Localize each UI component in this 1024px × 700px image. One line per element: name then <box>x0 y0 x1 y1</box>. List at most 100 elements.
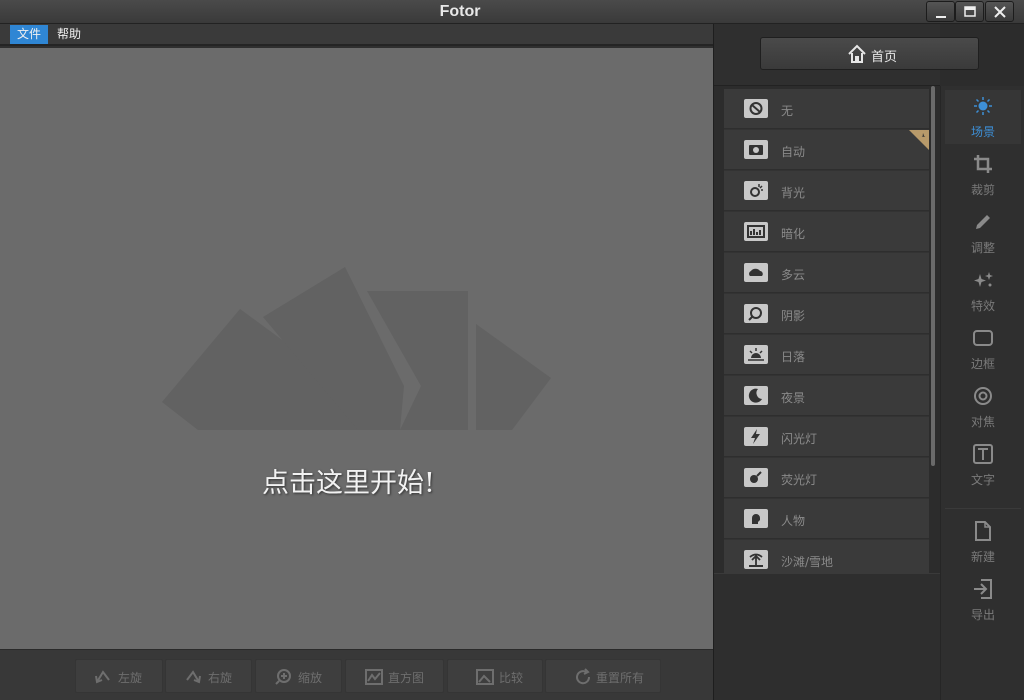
scene-label: 人物 <box>781 514 806 528</box>
rotate-right-icon <box>186 670 201 684</box>
scene-label: 暗化 <box>781 227 806 241</box>
cloud-icon <box>744 263 768 282</box>
scene-item-cloudy[interactable]: 多云 <box>724 253 929 293</box>
compare-icon <box>476 669 494 685</box>
histogram-label: 直方图 <box>388 671 425 685</box>
new-file-icon <box>975 521 991 541</box>
scene-item-auto[interactable]: 自动 <box>724 130 929 170</box>
maximize-button[interactable] <box>955 1 984 22</box>
fluorescent-icon <box>744 468 768 487</box>
compare-label: 比较 <box>499 671 524 685</box>
rotate-left-icon <box>95 670 110 684</box>
camera-icon <box>744 140 768 159</box>
rotate-left-button[interactable]: 左旋 <box>75 659 163 693</box>
scrollbar-thumb[interactable] <box>931 86 935 466</box>
menu-bar: 文件 帮助 <box>0 24 713 46</box>
nav-label: 文字 <box>970 473 995 487</box>
reset-all-label: 重置所有 <box>596 671 645 685</box>
zoom-label: 缩放 <box>298 671 323 685</box>
scene-label: 背光 <box>781 186 806 200</box>
sparkle-icon <box>974 272 993 287</box>
app-title: Fotor <box>439 3 481 20</box>
maximize-icon <box>964 6 976 17</box>
scene-item-night[interactable]: 夜景 <box>724 376 929 416</box>
text-icon <box>973 444 993 464</box>
scene-item-portrait[interactable]: 人物 <box>724 499 929 539</box>
nav-label: 调整 <box>970 241 995 255</box>
nav-label: 导出 <box>970 608 995 622</box>
nav-item-effects[interactable]: 特效 <box>945 264 1021 318</box>
scene-label: 沙滩/雪地 <box>781 555 834 569</box>
close-button[interactable] <box>985 1 1014 22</box>
compare-button[interactable]: 比较 <box>447 659 543 693</box>
nav-item-export[interactable]: 导出 <box>945 573 1021 627</box>
scene-item-sunset[interactable]: 日落 <box>724 335 929 375</box>
home-button[interactable]: 首页 <box>760 37 979 70</box>
scene-label: 阴影 <box>781 309 806 323</box>
photo-stack-icon <box>162 267 551 430</box>
nav-separator <box>945 508 1021 509</box>
nav-item-frame[interactable]: 边框 <box>945 322 1021 376</box>
minimize-icon <box>936 16 946 18</box>
refresh-icon <box>576 668 591 685</box>
home-area: 首页 <box>714 24 979 86</box>
scene-item-shadow[interactable]: 阴影 <box>724 294 929 334</box>
close-icon <box>994 6 1006 18</box>
scene-label: 夜景 <box>781 391 806 405</box>
crop-icon <box>974 155 992 173</box>
nav-label: 场景 <box>970 125 995 139</box>
shadow-icon <box>744 304 768 323</box>
scene-label: 荧光灯 <box>781 473 818 487</box>
pencil-icon <box>976 215 990 229</box>
nav-item-crop[interactable]: 裁剪 <box>945 148 1021 202</box>
portrait-icon <box>744 509 768 528</box>
sunset-icon <box>744 345 768 364</box>
rotate-right-label: 右旋 <box>208 671 233 685</box>
moon-icon <box>744 386 768 405</box>
bottom-toolbar: 左旋 右旋 缩放 直方图 比较 重置所有 <box>0 649 713 700</box>
menu-help[interactable]: 帮助 <box>50 25 88 44</box>
focus-icon <box>974 387 992 405</box>
minimize-button[interactable] <box>926 1 955 22</box>
frame-icon <box>973 330 993 346</box>
darken-icon <box>744 222 768 241</box>
nav-label: 边框 <box>970 357 995 371</box>
rotate-left-label: 左旋 <box>118 671 143 685</box>
flash-icon <box>744 427 768 446</box>
reset-all-button[interactable]: 重置所有 <box>545 659 661 693</box>
beach-icon <box>744 550 768 569</box>
histogram-button[interactable]: 直方图 <box>345 659 444 693</box>
scene-item-none[interactable]: 无 <box>724 89 929 129</box>
none-icon <box>744 99 768 118</box>
menu-file[interactable]: 文件 <box>10 25 49 44</box>
zoom-icon <box>275 669 291 685</box>
nav-item-focus[interactable]: 对焦 <box>945 380 1021 434</box>
nav-label: 新建 <box>970 550 995 564</box>
scene-label: 多云 <box>781 268 806 282</box>
nav-item-new[interactable]: 新建 <box>945 515 1021 569</box>
rotate-right-button[interactable]: 右旋 <box>165 659 252 693</box>
nav-label: 对焦 <box>970 415 995 429</box>
nav-item-scene[interactable]: 场景 <box>945 90 1021 144</box>
home-icon <box>848 44 866 63</box>
image-canvas[interactable]: 点击这里开始! <box>0 48 713 649</box>
title-bar: Fotor <box>0 0 1024 24</box>
scene-item-fluorescent[interactable]: 荧光灯 <box>724 458 929 498</box>
right-panel: 首页 无 自动 背光 暗化 多云 阴影 日落 夜景 闪光灯 荧光灯 人物 沙滩/… <box>713 24 1024 700</box>
backlight-icon <box>744 181 768 200</box>
star-badge-icon <box>909 130 929 150</box>
scene-item-backlight[interactable]: 背光 <box>724 171 929 211</box>
scene-item-beach-snow[interactable]: 沙滩/雪地 <box>724 540 929 574</box>
scene-list-scrollbar[interactable] <box>931 86 935 496</box>
scene-label: 闪光灯 <box>781 432 818 446</box>
histogram-icon <box>365 669 383 685</box>
nav-item-text[interactable]: 文字 <box>945 438 1021 492</box>
panel-footer <box>714 573 940 700</box>
zoom-button[interactable]: 缩放 <box>255 659 342 693</box>
start-prompt[interactable]: 点击这里开始! <box>262 461 435 500</box>
scene-item-flash[interactable]: 闪光灯 <box>724 417 929 457</box>
nav-item-adjust[interactable]: 调整 <box>945 206 1021 260</box>
side-nav: 场景 裁剪 调整 特效 边框 对焦 文字 新建 导出 <box>940 86 1024 700</box>
nav-label: 裁剪 <box>970 183 995 197</box>
scene-item-darken[interactable]: 暗化 <box>724 212 929 252</box>
